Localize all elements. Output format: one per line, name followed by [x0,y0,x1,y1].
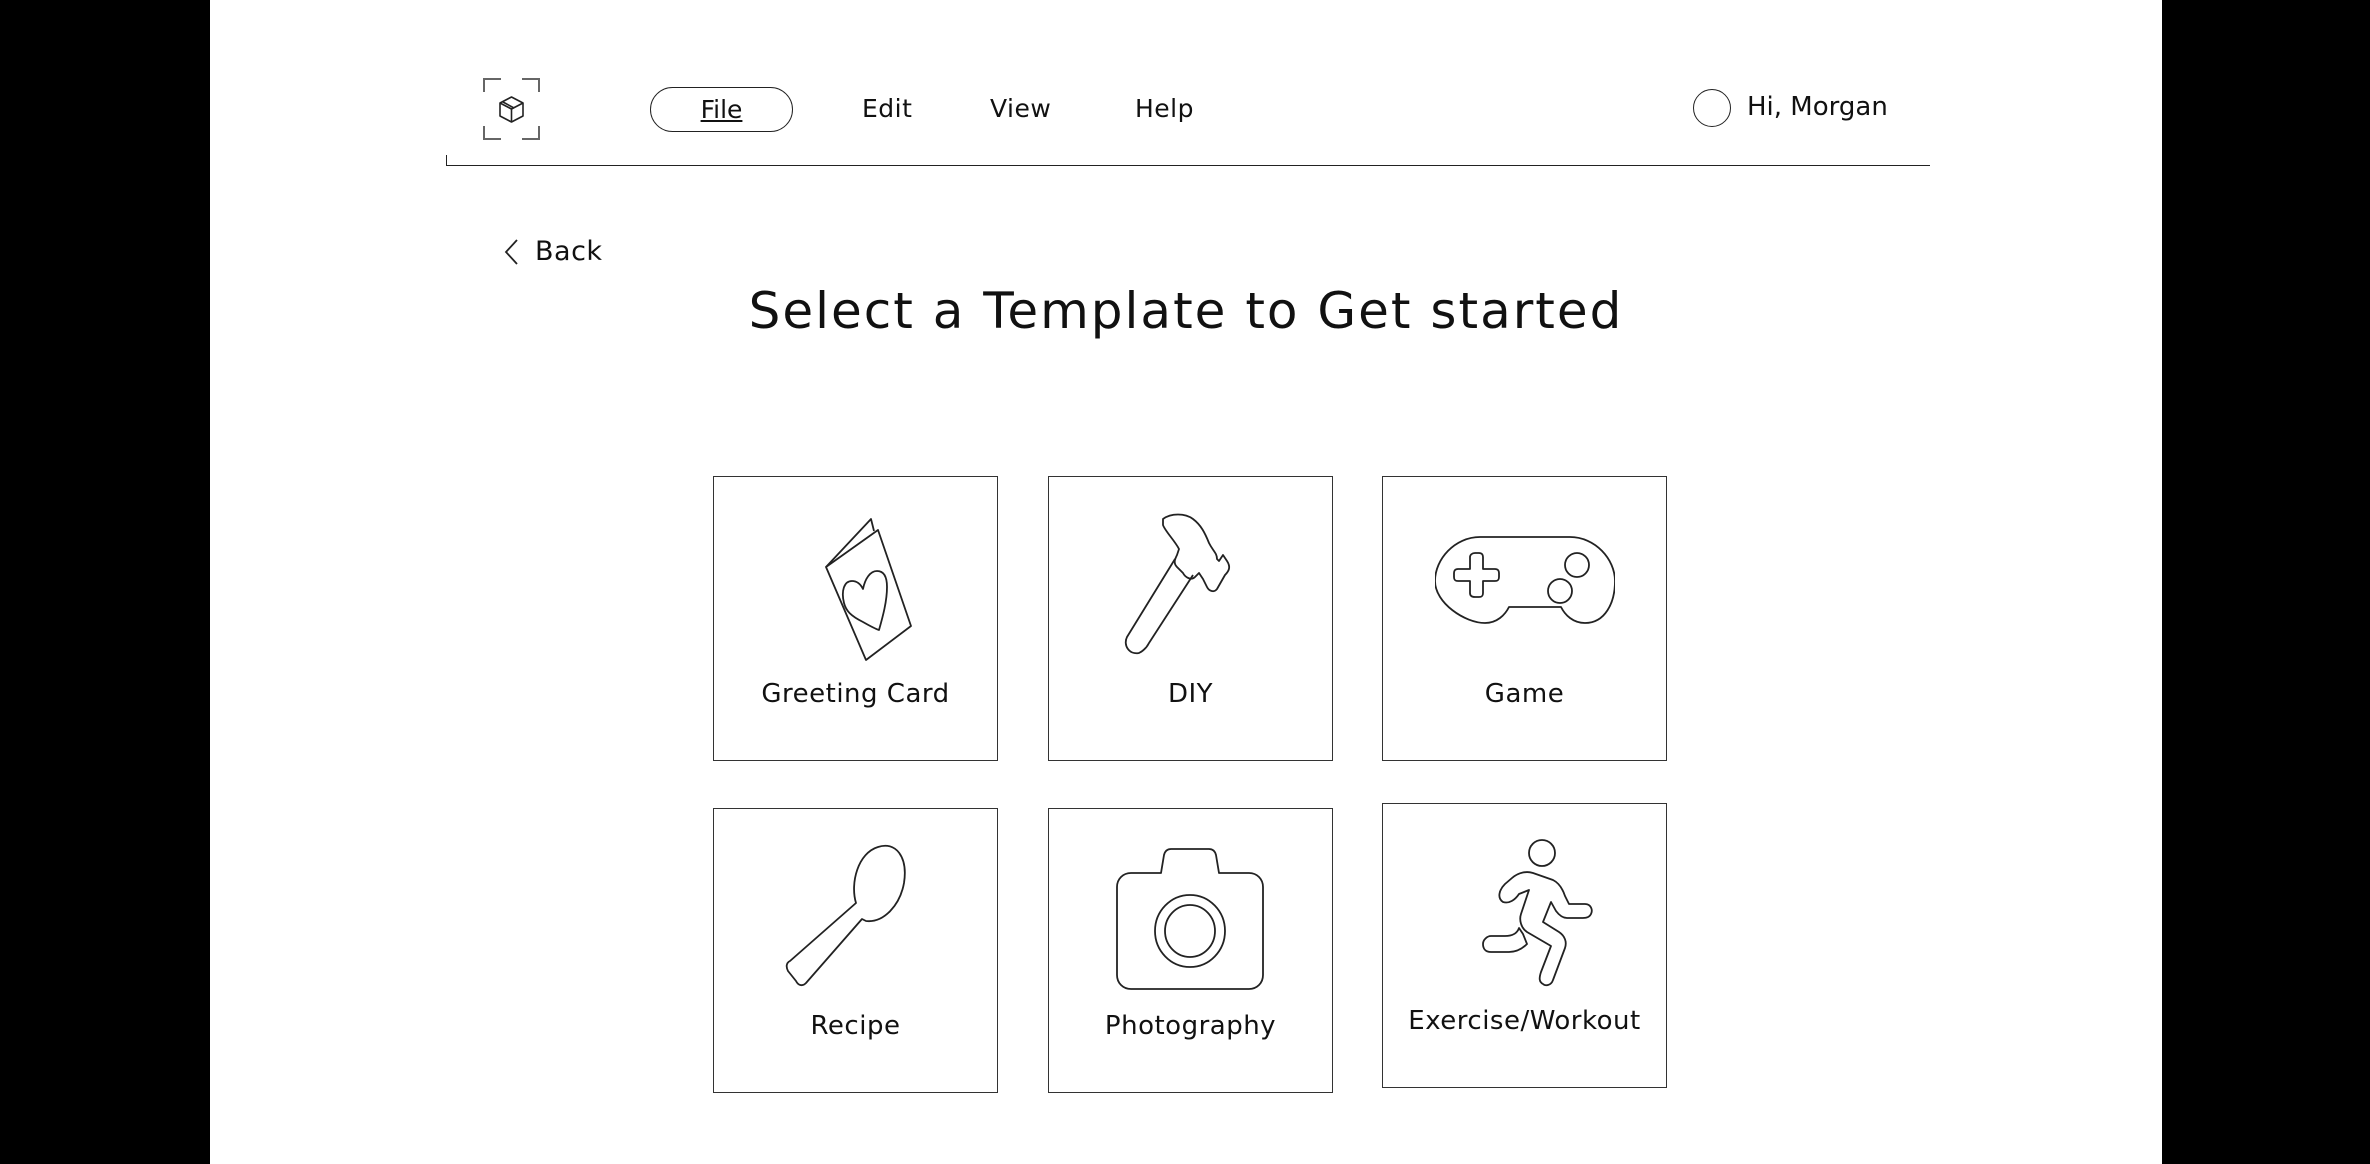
cube-icon [483,78,540,140]
nav-file-label: File [700,95,743,124]
template-label: Greeting Card [761,679,950,709]
template-card-exercise-workout[interactable]: Exercise/Workout [1382,803,1667,1088]
page-title: Select a Template to Get started [748,282,1624,340]
nav-edit[interactable]: Edit [862,92,912,126]
template-label: DIY [1167,679,1214,709]
gamepad-icon [1433,511,1616,671]
chevron-left-icon [504,238,518,265]
running-person-icon [1435,838,1615,998]
template-card-diy[interactable]: DIY [1048,476,1333,761]
header-divider [446,165,1930,166]
template-label: Exercise/Workout [1408,1006,1641,1036]
back-button[interactable]: Back [503,236,603,267]
camera-icon [1101,843,1281,1003]
nav-file[interactable]: File [650,87,793,132]
template-card-game[interactable]: Game [1382,476,1667,761]
spoon-icon [766,843,946,1003]
template-label: Photography [1104,1011,1277,1041]
app-logo[interactable] [483,78,540,140]
nav-help[interactable]: Help [1135,92,1194,126]
template-label: Game [1484,679,1565,709]
template-card-recipe[interactable]: Recipe [713,808,998,1093]
nav-view[interactable]: View [990,92,1051,126]
app-canvas: File Edit View Help Hi, Morgan Back Sele… [210,0,2162,1164]
user-greeting[interactable]: Hi, Morgan [1747,90,1888,124]
template-label: Recipe [810,1011,901,1041]
back-label: Back [535,236,603,267]
greeting-card-icon [766,511,946,671]
template-card-greeting-card[interactable]: Greeting Card [713,476,998,761]
template-card-photography[interactable]: Photography [1048,808,1333,1093]
user-avatar[interactable] [1693,89,1731,127]
hammer-icon [1101,511,1281,671]
